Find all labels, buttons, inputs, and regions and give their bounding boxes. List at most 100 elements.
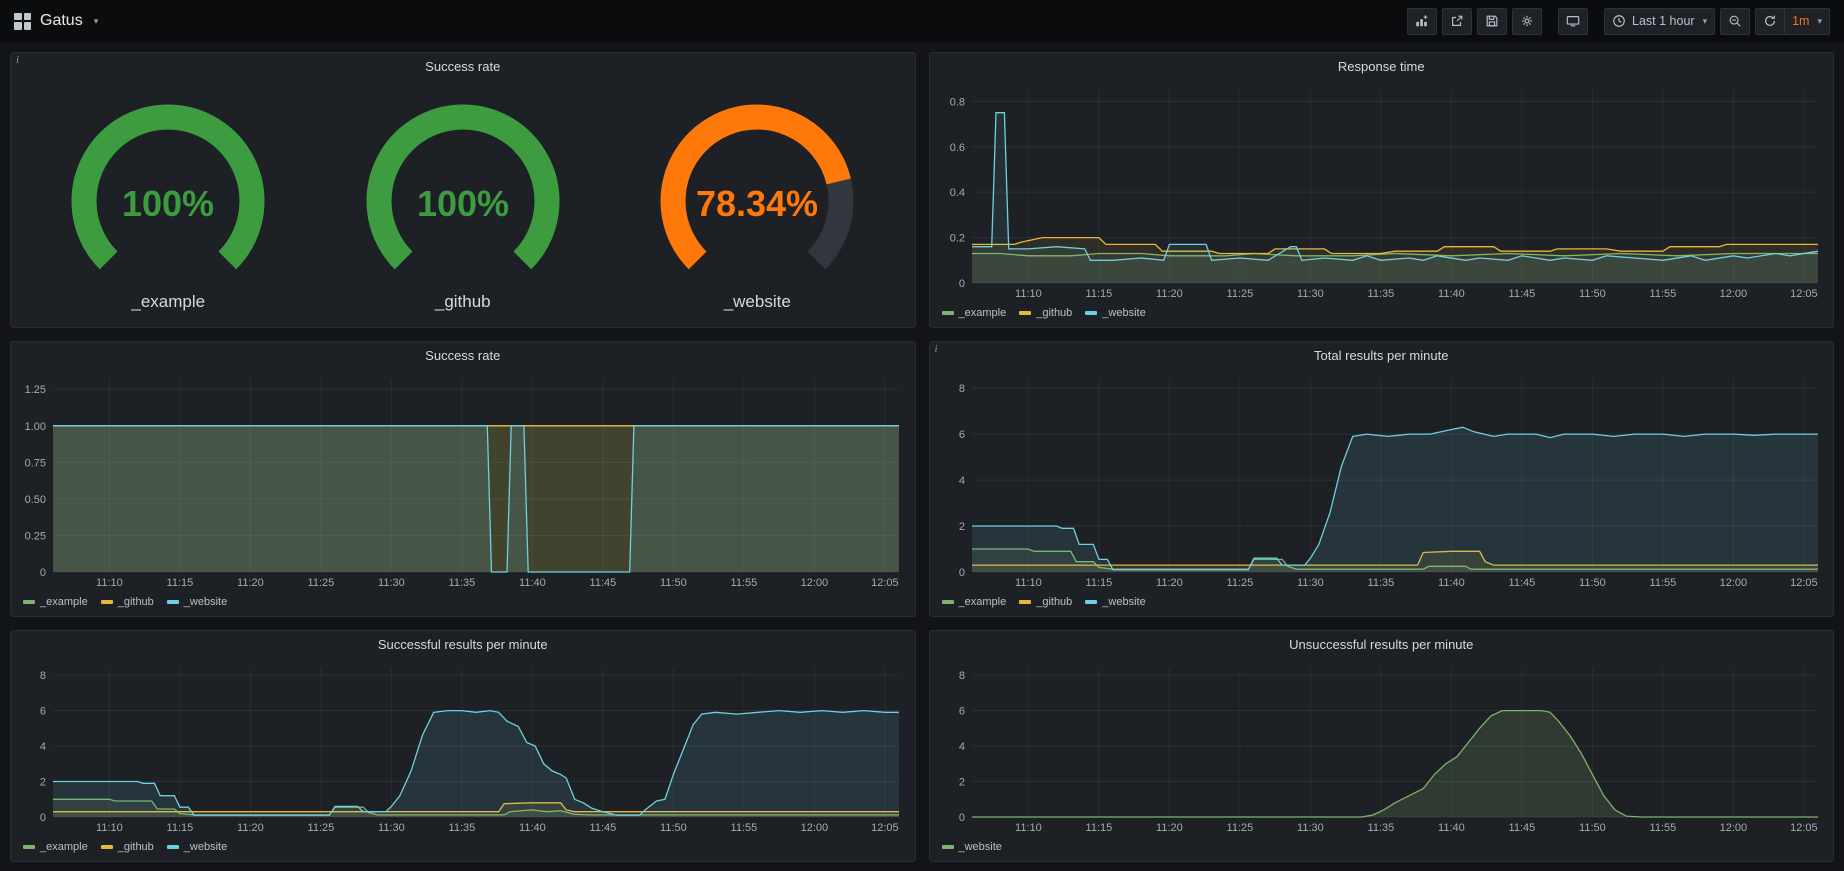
panel-header[interactable]: Response time (930, 53, 1834, 80)
legend-item-github[interactable]: _github (101, 841, 154, 853)
x-tick-label: 11:15 (167, 577, 194, 589)
legend-item-example[interactable]: _example (942, 596, 1007, 608)
x-tick-label: 11:10 (1015, 577, 1042, 589)
y-tick-label: 2 (958, 777, 964, 789)
monitor-icon (1566, 14, 1580, 28)
panel-header[interactable]: Success rate (11, 53, 915, 80)
x-tick-label: 11:30 (1297, 577, 1324, 589)
success-rate-chart[interactable]: 11:1011:1511:2011:2511:3011:3511:4011:45… (11, 369, 915, 593)
refresh-button[interactable] (1755, 8, 1784, 35)
gauge-example: 100%_example (21, 80, 316, 327)
x-tick-label: 11:40 (519, 822, 546, 834)
x-tick-label: 12:05 (1790, 822, 1818, 834)
y-tick-label: 0.4 (949, 187, 964, 199)
x-tick-label: 11:35 (1367, 577, 1394, 589)
legend-item-example[interactable]: _example (23, 841, 88, 853)
panel-total-results: i Total results per minute 11:1011:1511:… (929, 341, 1835, 617)
panel-response-time: Response time 11:1011:1511:2011:2511:301… (929, 52, 1835, 328)
gear-icon (1520, 14, 1534, 28)
x-tick-label: 11:20 (1156, 288, 1183, 300)
legend-swatch (101, 845, 113, 849)
refresh-combo: 1m ▾ (1755, 8, 1830, 35)
y-tick-label: 4 (958, 741, 964, 753)
legend-item-github[interactable]: _github (1019, 307, 1072, 319)
gauge-value: 100% (417, 183, 509, 224)
x-tick-label: 11:25 (1226, 288, 1253, 300)
y-tick-label: 0.50 (25, 494, 46, 506)
legend-swatch (23, 600, 35, 604)
unsuccessful-results-chart[interactable]: 11:1011:1511:2011:2511:3011:3511:4011:45… (930, 658, 1834, 838)
x-tick-label: 11:30 (378, 577, 405, 589)
time-range-button[interactable]: Last 1 hour ▾ (1604, 8, 1715, 35)
legend-item-example[interactable]: _example (942, 307, 1007, 319)
y-tick-label: 0.8 (949, 96, 964, 108)
add-panel-button[interactable] (1407, 8, 1437, 35)
legend-item-website[interactable]: _website (167, 596, 227, 608)
x-tick-label: 11:30 (378, 822, 405, 834)
panel-header[interactable]: Success rate (11, 342, 915, 369)
x-tick-label: 11:45 (1508, 577, 1535, 589)
refresh-interval-label: 1m (1792, 14, 1809, 28)
dashboards-grid-icon[interactable] (14, 13, 31, 30)
x-tick-label: 12:05 (871, 822, 899, 834)
gauge-label: _website (724, 292, 791, 312)
gauge-value: 100% (122, 183, 214, 224)
chart-canvas[interactable]: 11:1011:1511:2011:2511:3011:3511:4011:45… (11, 369, 915, 593)
legend-item-website[interactable]: _website (1085, 307, 1145, 319)
tv-mode-button[interactable] (1558, 8, 1588, 35)
panel-info-icon[interactable]: i (935, 343, 938, 355)
legend-label: _github (118, 841, 154, 853)
refresh-icon (1763, 14, 1777, 28)
share-button[interactable] (1442, 8, 1472, 35)
legend-item-website[interactable]: _website (167, 841, 227, 853)
y-tick-label: 6 (958, 706, 964, 718)
legend-label: _example (40, 596, 88, 608)
response-time-chart[interactable]: 11:1011:1511:2011:2511:3011:3511:4011:45… (930, 80, 1834, 304)
dashboard-caret-icon[interactable]: ▾ (94, 16, 99, 27)
x-tick-label: 11:40 (519, 577, 546, 589)
x-tick-label: 11:25 (1226, 822, 1253, 834)
legend-swatch (942, 311, 954, 315)
refresh-interval-button[interactable]: 1m ▾ (1784, 8, 1830, 35)
y-tick-label: 0 (40, 812, 46, 824)
legend-item-website[interactable]: _website (1085, 596, 1145, 608)
legend-item-example[interactable]: _example (23, 596, 88, 608)
x-tick-label: 12:00 (1719, 288, 1747, 300)
panel-header[interactable]: Unsuccessful results per minute (930, 631, 1834, 658)
y-tick-label: 6 (40, 706, 46, 718)
y-tick-label: 0.25 (25, 530, 46, 542)
x-tick-label: 11:35 (449, 577, 476, 589)
legend-item-github[interactable]: _github (101, 596, 154, 608)
time-range-label: Last 1 hour (1632, 14, 1695, 28)
legend-swatch (167, 845, 179, 849)
x-tick-label: 11:55 (1649, 288, 1676, 300)
x-tick-label: 11:30 (1297, 822, 1324, 834)
x-tick-label: 11:15 (167, 822, 194, 834)
total-results-chart[interactable]: 11:1011:1511:2011:2511:3011:3511:4011:45… (930, 369, 1834, 593)
panel-title: Success rate (425, 348, 500, 363)
chart-canvas[interactable]: 11:1011:1511:2011:2511:3011:3511:4011:45… (930, 369, 1834, 593)
panel-success-rate-graph: Success rate 11:1011:1511:2011:2511:3011… (10, 341, 916, 617)
chart-canvas[interactable]: 11:1011:1511:2011:2511:3011:3511:4011:45… (930, 658, 1834, 838)
dashboard-title[interactable]: Gatus (40, 12, 83, 30)
gauge-label: _github (435, 292, 491, 312)
panel-header[interactable]: Total results per minute (930, 342, 1834, 369)
x-tick-label: 11:50 (1579, 577, 1606, 589)
panel-header[interactable]: Successful results per minute (11, 631, 915, 658)
zoom-out-button[interactable] (1720, 8, 1750, 35)
save-button[interactable] (1477, 8, 1507, 35)
panel-info-icon[interactable]: i (16, 54, 19, 66)
settings-button[interactable] (1512, 8, 1542, 35)
chart-canvas[interactable]: 11:1011:1511:2011:2511:3011:3511:4011:45… (930, 80, 1834, 304)
y-tick-label: 1.25 (25, 384, 46, 396)
chart-legend: _example _github _website (930, 593, 1834, 616)
x-tick-label: 11:10 (1015, 822, 1042, 834)
legend-label: _example (959, 307, 1007, 319)
legend-item-website[interactable]: _website (942, 841, 1002, 853)
successful-results-chart[interactable]: 11:1011:1511:2011:2511:3011:3511:4011:45… (11, 658, 915, 838)
chart-canvas[interactable]: 11:1011:1511:2011:2511:3011:3511:4011:45… (11, 658, 915, 838)
x-tick-label: 11:50 (660, 577, 687, 589)
legend-item-github[interactable]: _github (1019, 596, 1072, 608)
x-tick-label: 11:20 (1156, 822, 1183, 834)
panel-unsuccessful-results: Unsuccessful results per minute 11:10 11:… (929, 630, 1835, 862)
